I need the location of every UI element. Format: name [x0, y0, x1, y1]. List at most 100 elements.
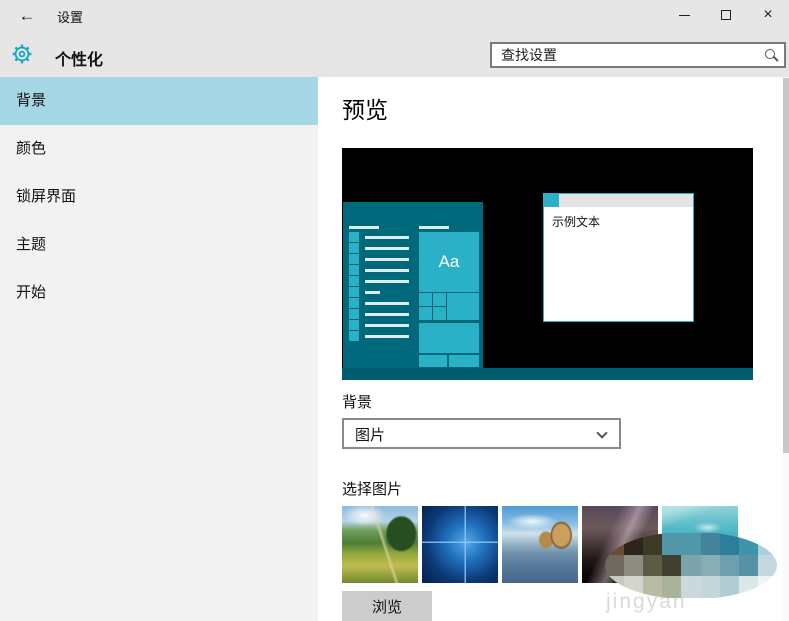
menu-line: [365, 269, 409, 272]
sidebar-item-background[interactable]: 背景: [0, 77, 318, 125]
menu-row: [349, 265, 409, 275]
tile: [447, 293, 479, 320]
app-header: ← 设置 × 个性化: [0, 0, 789, 77]
mosaic-block: [681, 555, 700, 577]
mosaic-block: [605, 555, 624, 577]
start-menu-rows: [349, 232, 409, 342]
menu-line: [365, 280, 409, 283]
censored-mosaic: [605, 533, 777, 598]
menu-row: [349, 309, 409, 319]
maximize-button[interactable]: [705, 0, 747, 30]
wallpaper-thumbnail-green-landscape[interactable]: [342, 506, 418, 583]
mosaic-block: [681, 533, 700, 555]
sidebar: 背景 颜色 锁屏界面 主题 开始: [0, 77, 318, 621]
font-sample-tile: Aa: [419, 232, 479, 292]
menu-row: [349, 276, 409, 286]
menu-line: [365, 302, 409, 305]
menu-line: [365, 313, 409, 316]
background-type-dropdown[interactable]: 图片: [342, 418, 621, 449]
sidebar-item-start[interactable]: 开始: [0, 269, 318, 317]
scrollbar[interactable]: [783, 77, 789, 621]
sample-window-titlebar: [544, 194, 693, 207]
tile: [433, 293, 446, 306]
menu-row: [349, 298, 409, 308]
menu-tile: [349, 298, 359, 308]
mosaic-block: [720, 576, 739, 598]
menu-line: [365, 247, 409, 250]
menu-header-line: [349, 226, 379, 229]
sample-window: 示例文本: [543, 193, 694, 322]
menu-line: [365, 291, 380, 294]
chevron-down-icon: [596, 427, 607, 438]
menu-line: [365, 258, 409, 261]
page-title: 个性化: [55, 46, 103, 70]
mosaic-block: [624, 555, 643, 577]
mosaic-block: [758, 533, 777, 555]
mosaic-block: [739, 533, 758, 555]
menu-tile: [349, 232, 359, 242]
mosaic-block: [662, 533, 681, 555]
wallpaper-thumbnail-beach-rocks[interactable]: [502, 506, 578, 583]
mosaic-block: [739, 555, 758, 577]
menu-line: [365, 335, 409, 338]
search-icon[interactable]: [765, 49, 775, 59]
search-input[interactable]: [490, 42, 786, 68]
tile: [449, 355, 479, 367]
menu-tile: [349, 254, 359, 264]
window-controls: ×: [663, 0, 789, 30]
taskbar-mock: [342, 368, 753, 380]
browse-button[interactable]: 浏览: [342, 591, 432, 621]
wallpaper-thumbnail-windows-hero[interactable]: [422, 506, 498, 583]
menu-tile: [349, 331, 359, 341]
close-button[interactable]: ×: [747, 0, 789, 30]
content-pane: 预览 Aa 示例文本: [318, 77, 783, 621]
mosaic-block: [662, 555, 681, 577]
tile: [433, 307, 446, 320]
back-button[interactable]: ←: [12, 3, 42, 29]
menu-row: [349, 232, 409, 242]
desktop-preview: Aa 示例文本: [342, 148, 753, 380]
menu-tile: [349, 287, 359, 297]
tile: [419, 355, 447, 367]
tile: [419, 293, 432, 306]
mosaic-block: [701, 533, 720, 555]
mosaic-block: [758, 576, 777, 598]
preview-heading: 预览: [342, 91, 388, 125]
mosaic-block: [643, 555, 662, 577]
menu-tile: [349, 243, 359, 253]
menu-row: [349, 320, 409, 330]
gear-icon: [11, 43, 33, 70]
close-icon: ×: [763, 7, 772, 23]
window-title: 设置: [57, 7, 83, 26]
tile: [419, 307, 432, 320]
tile: [419, 323, 479, 353]
scrollbar-thumb[interactable]: [783, 78, 789, 453]
sidebar-item-colors[interactable]: 颜色: [0, 125, 318, 173]
sidebar-item-lockscreen[interactable]: 锁屏界面: [0, 173, 318, 221]
minimize-icon: [679, 15, 690, 16]
watermark-text: jingyan: [606, 590, 687, 614]
sample-window-accent-square: [544, 194, 559, 207]
menu-line: [365, 324, 409, 327]
minimize-button[interactable]: [663, 0, 705, 30]
dropdown-value: 图片: [355, 424, 385, 445]
mosaic-block: [758, 555, 777, 577]
start-menu-mock: Aa: [343, 202, 483, 368]
mosaic-block: [701, 576, 720, 598]
sample-window-text: 示例文本: [544, 207, 693, 230]
menu-tile: [349, 265, 359, 275]
mosaic-block: [701, 555, 720, 577]
choose-picture-label: 选择图片: [342, 478, 402, 499]
menu-row: [349, 243, 409, 253]
sidebar-item-themes[interactable]: 主题: [0, 221, 318, 269]
menu-line: [365, 236, 409, 239]
menu-row: [349, 331, 409, 341]
menu-tile: [349, 309, 359, 319]
back-icon: ←: [19, 6, 36, 25]
background-label: 背景: [342, 391, 372, 412]
menu-row: [349, 287, 409, 297]
settings-window: ← 设置 × 个性化: [0, 0, 789, 621]
mosaic-block: [739, 576, 758, 598]
menu-tile: [349, 276, 359, 286]
mosaic-block: [720, 555, 739, 577]
